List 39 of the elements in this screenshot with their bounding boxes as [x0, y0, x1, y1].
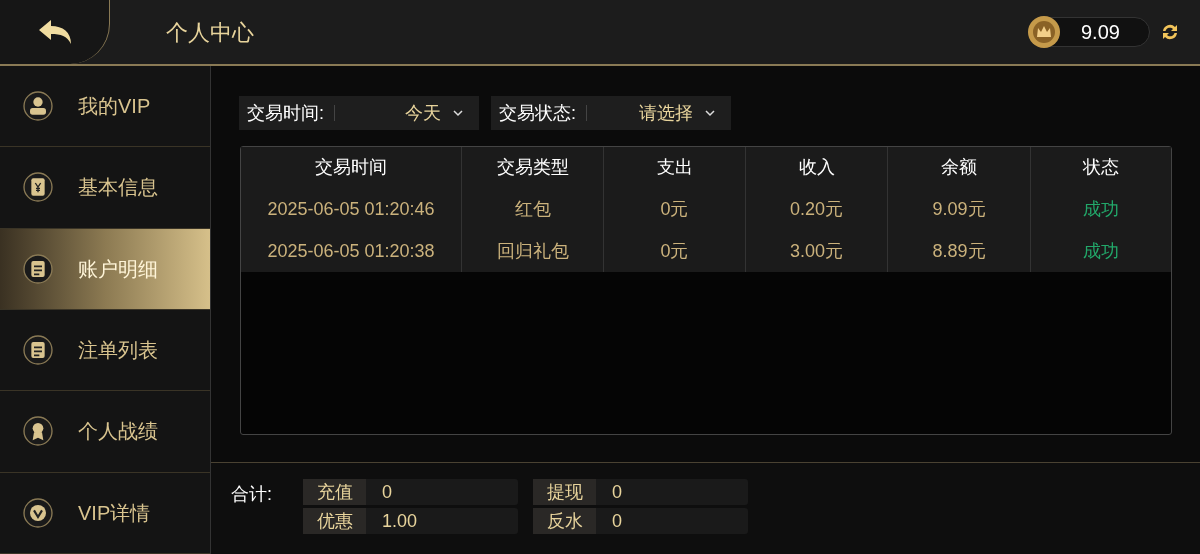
table-cell: 8.89元 [888, 230, 1031, 272]
column-header: 状态 [1082, 156, 1120, 179]
table-cell: 3.00元 [746, 230, 888, 272]
sidebar-item[interactable]: 基本信息 [0, 147, 210, 229]
user-icon [22, 90, 54, 123]
table-cell: 2025-06-05 01:20:38 [241, 230, 462, 272]
yen-book-icon [22, 171, 54, 204]
filter-label: 交易状态: [499, 101, 576, 125]
total-value: 0 [612, 509, 622, 533]
status-cell-text: 成功 [1082, 197, 1120, 221]
filter-dropdown[interactable]: 交易状态: 请选择 [491, 96, 731, 130]
sidebar-item[interactable]: 我的VIP [0, 66, 210, 148]
table-cell: 0元 [604, 230, 746, 272]
total-label: 反水 [533, 508, 596, 534]
total-value: 1.00 [382, 509, 418, 533]
total-value: 0 [382, 480, 392, 504]
status-cell-text: 成功 [1082, 239, 1120, 263]
back-button[interactable] [0, 0, 110, 64]
totals-label: 合计: [231, 483, 273, 506]
sidebar-item[interactable]: 注单列表 [0, 310, 210, 392]
filter-value: 请选择 [639, 101, 693, 125]
total-label: 提现 [533, 479, 596, 505]
sidebar-item[interactable]: VIP详情 [0, 472, 210, 554]
sidebar-item[interactable]: 个人战绩 [0, 391, 210, 473]
filter-dropdown[interactable]: 交易时间: 今天 [239, 96, 479, 130]
crown-coin-icon [1027, 15, 1061, 49]
balance-amount: 9.09 [1081, 20, 1120, 45]
v-badge-icon [22, 496, 54, 529]
filter-label: 交易时间: [247, 101, 324, 125]
sidebar-item[interactable]: 账户明细 [0, 228, 210, 310]
checklist-icon [22, 334, 54, 367]
total-label: 优惠 [303, 508, 366, 534]
total-value: 0 [612, 480, 622, 504]
page-title: 个人中心 [166, 18, 254, 47]
filter-value: 今天 [405, 101, 441, 125]
medal-icon [22, 415, 54, 448]
table-cell: 回归礼包 [462, 230, 604, 272]
checklist-icon [22, 252, 54, 285]
total-label: 充值 [303, 479, 366, 505]
